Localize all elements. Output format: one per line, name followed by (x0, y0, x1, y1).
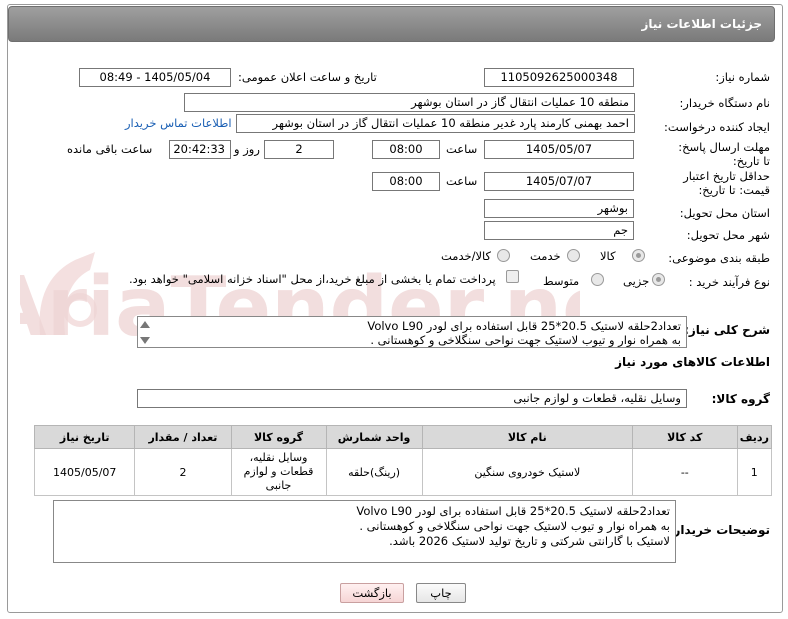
cell-unit: (رینگ)حلقه (325, 448, 423, 496)
days-label: روز و (234, 142, 260, 156)
announce-date-field: 1405/05/04 - 08:49 (79, 68, 231, 87)
creator-label: ایجاد کننده درخواست: (664, 120, 770, 134)
process-label: نوع فرآیند خرید : (688, 275, 770, 289)
description-textarea[interactable]: تعداد2حلقه لاستیک 20.5*25 قابل استفاده ب… (137, 316, 687, 348)
description-label: شرح کلی نیاز: (684, 323, 770, 337)
category-service-radio[interactable] (567, 249, 580, 262)
process-medium-radio[interactable] (591, 273, 604, 286)
process-minor-radio[interactable] (652, 273, 665, 286)
cell-date: 1405/05/07 (33, 448, 136, 496)
scroll-down-icon[interactable] (140, 337, 150, 344)
scroll-up-icon[interactable] (140, 321, 150, 328)
city-field: جم (484, 221, 634, 240)
cell-group: وسایل نقلیه، قطعات و لوازم جانبی (230, 448, 327, 496)
cell-code: -- (631, 448, 738, 496)
goods-group-field: وسایل نقلیه، قطعات و لوازم جانبی (137, 389, 687, 408)
goods-group-label: گروه کالا: (711, 392, 770, 406)
announce-label: تاریخ و ساعت اعلان عمومی: (238, 70, 377, 84)
days-field: 2 (264, 140, 334, 159)
process-minor-label: جزیی (623, 274, 650, 288)
deadline-label: مهلت ارسال پاسخ: تا تاریخ: (678, 140, 770, 168)
price-validity-time-field: 08:00 (372, 172, 440, 191)
goods-info-title: اطلاعات کالاهای مورد نیاز (615, 355, 770, 369)
col-group: گروه کالا (230, 425, 327, 449)
category-service-label: خدمت (530, 249, 561, 263)
process-medium-label: متوسط (543, 274, 580, 288)
col-unit: واحد شمارش (325, 425, 423, 449)
province-field: بوشهر (484, 199, 634, 218)
creator-field: احمد بهمنی کارمند پارد غدیر منطقه 10 عمل… (236, 114, 635, 133)
cell-row: 1 (736, 448, 773, 496)
buyer-contact-link[interactable]: اطلاعات تماس خریدار (125, 116, 232, 130)
category-label: طبقه بندی موضوعی: (668, 251, 770, 265)
deadline-hour-label: ساعت (446, 142, 478, 156)
col-qty: تعداد / مقدار (134, 425, 232, 449)
remaining-time-field: 20:42:33 (169, 140, 231, 159)
city-label: شهر محل تحویل: (686, 228, 770, 242)
need-number-label: شماره نیاز: (715, 70, 770, 84)
header-bar: جزئیات اطلاعات نیاز (8, 6, 775, 42)
province-label: استان محل تحویل: (679, 206, 770, 220)
table-row[interactable]: 1 -- لاستیک خودروی سنگین (رینگ)حلقه وسای… (33, 448, 773, 496)
table-header-row: ردیف کد کالا نام کالا واحد شمارش گروه کا… (33, 425, 773, 449)
price-validity-label: حداقل تاریخ اعتبار قیمت: تا تاریخ: (683, 169, 770, 197)
print-button[interactable]: چاپ (416, 583, 466, 603)
cell-name: لاستیک خودروی سنگین (421, 448, 633, 496)
col-code: کد کالا (631, 425, 738, 449)
category-goods-radio[interactable] (632, 249, 645, 262)
col-row: ردیف (736, 425, 773, 449)
deadline-time-field: 08:00 (372, 140, 440, 159)
col-name: نام کالا (421, 425, 633, 449)
cell-qty: 2 (134, 448, 232, 496)
buyer-notes-textarea[interactable]: تعداد2حلقه لاستیک 20.5*25 قابل استفاده ب… (53, 500, 676, 563)
remaining-label: ساعت باقی مانده (67, 142, 153, 156)
deadline-date-field: 1405/05/07 (484, 140, 634, 159)
price-validity-date-field: 1405/07/07 (484, 172, 634, 191)
buyer-org-field: منطقه 10 عملیات انتقال گاز در استان بوشه… (184, 93, 635, 112)
treasury-payment-checkbox[interactable] (506, 270, 519, 283)
buyer-org-label: نام دستگاه خریدار: (679, 96, 770, 110)
category-goods-service-radio[interactable] (497, 249, 510, 262)
col-date: تاریخ نیاز (33, 425, 136, 449)
category-goods-service-label: کالا/خدمت (441, 249, 492, 263)
page-title: جزئیات اطلاعات نیاز (641, 17, 762, 31)
goods-table: ردیف کد کالا نام کالا واحد شمارش گروه کا… (33, 425, 773, 496)
buyer-notes-label: توضیحات خریدار: (668, 523, 770, 537)
need-number-field: 1105092625000348 (484, 68, 634, 87)
category-goods-label: کالا (600, 249, 616, 263)
price-validity-hour-label: ساعت (446, 174, 478, 188)
treasury-payment-note: پرداخت تمام یا بخشی از مبلغ خرید،از محل … (129, 272, 496, 286)
back-button[interactable]: بازگشت (340, 583, 404, 603)
